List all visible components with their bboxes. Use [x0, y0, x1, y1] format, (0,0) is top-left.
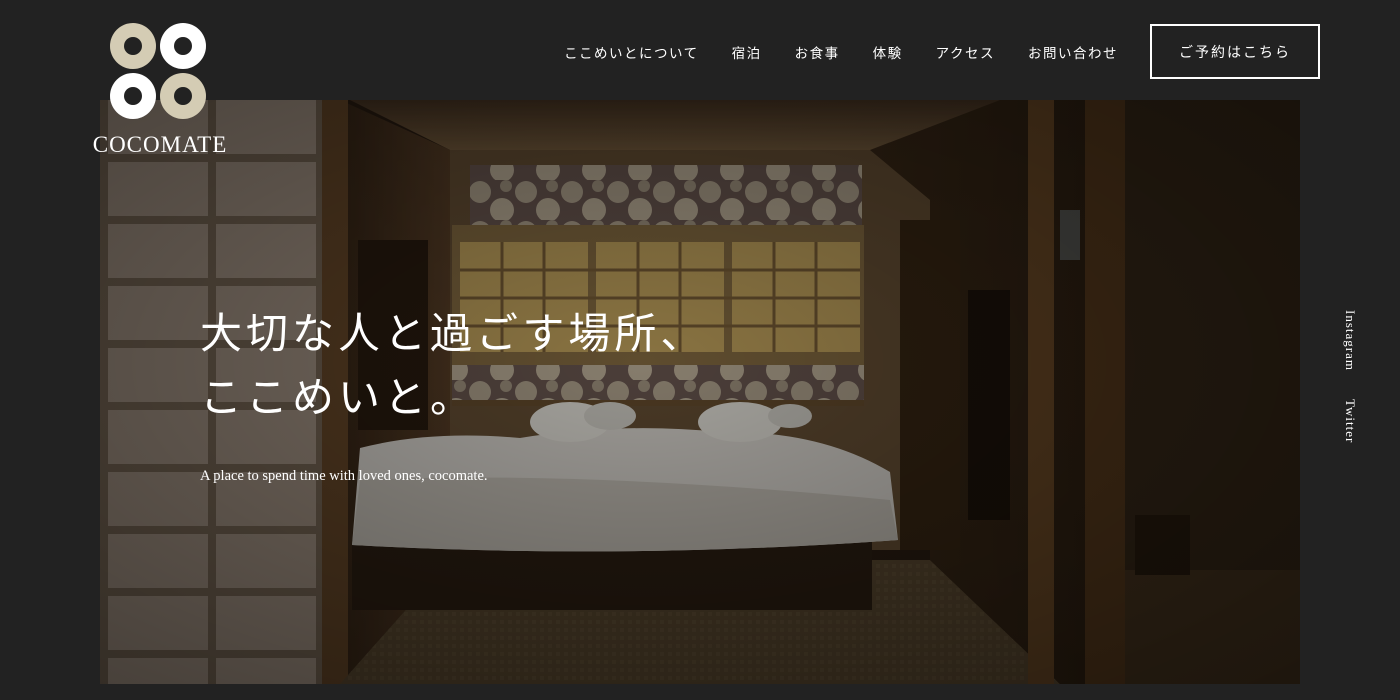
social-links: Instagram Twitter: [1342, 310, 1358, 471]
nav-item-about[interactable]: ここめいとについて: [564, 42, 699, 62]
global-nav: ここめいとについて 宿泊 お食事 体験 アクセス お問い合わせ: [564, 42, 1118, 62]
logo-wordmark: COCOMATE: [92, 132, 228, 157]
nav-item-experience[interactable]: 体験: [873, 42, 903, 62]
instagram-link[interactable]: Instagram: [1342, 310, 1358, 371]
nav-item-stay[interactable]: 宿泊: [732, 42, 762, 62]
cocomate-logo-icon: [110, 23, 206, 119]
nav-item-contact[interactable]: お問い合わせ: [1028, 42, 1118, 62]
page: COCOMATE ここめいとについて 宿泊 お食事 体験 アクセス お問い合わせ…: [0, 0, 1400, 700]
site-logo[interactable]: COCOMATE: [80, 22, 240, 162]
reservation-button[interactable]: ご予約はこちら: [1150, 24, 1320, 79]
nav-item-access[interactable]: アクセス: [936, 42, 995, 62]
hero-catchcopy: 大切な人と過ごす場所、 ここめいと。: [200, 302, 706, 430]
catchcopy-line-1: 大切な人と過ごす場所、: [200, 309, 707, 358]
twitter-link[interactable]: Twitter: [1342, 399, 1358, 443]
hero-subtitle: A place to spend time with loved ones, c…: [200, 468, 488, 484]
nav-item-dining[interactable]: お食事: [795, 42, 840, 62]
catchcopy-line-2: ここめいと。: [200, 373, 477, 422]
